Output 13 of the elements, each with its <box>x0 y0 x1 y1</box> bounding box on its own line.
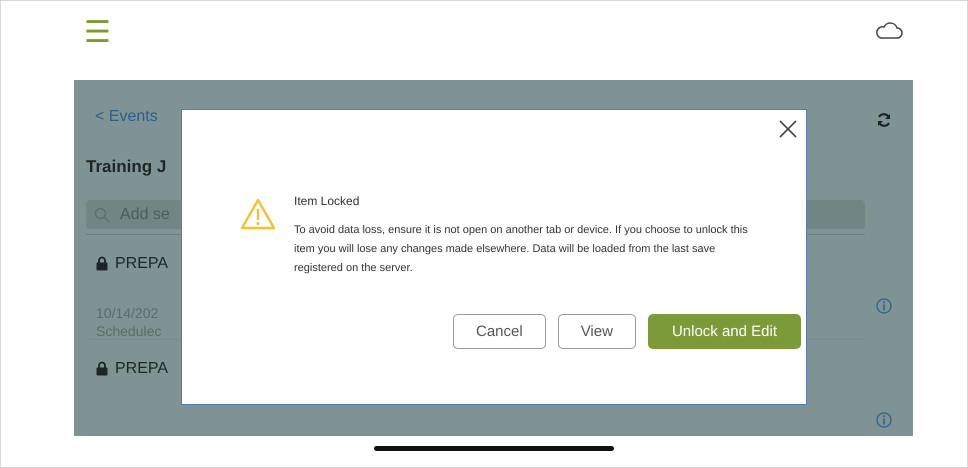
dialog-title: Item Locked <box>294 194 360 208</box>
dialog-message: To avoid data loss, ensure it is not open on another tab or device. If you choose to unlock this item you will lose any changes made elsewhere. Data will be loaded from the last save registered on the server. <box>294 223 749 276</box>
close-icon[interactable] <box>778 119 798 139</box>
refresh-icon[interactable] <box>876 112 892 128</box>
unlock-button[interactable]: Unlock and Edit <box>648 314 801 349</box>
event-name[interactable]: PREPA <box>115 360 168 378</box>
warning-icon <box>240 198 276 230</box>
cloud-icon[interactable] <box>874 20 904 40</box>
menu-icon[interactable]: ☰ <box>84 18 111 48</box>
event-name[interactable]: PREPA <box>115 254 168 273</box>
dialog-button[interactable]: Cancel <box>452 314 546 349</box>
dialog-button[interactable]: View <box>558 314 636 349</box>
page-title: Training J <box>86 157 166 177</box>
